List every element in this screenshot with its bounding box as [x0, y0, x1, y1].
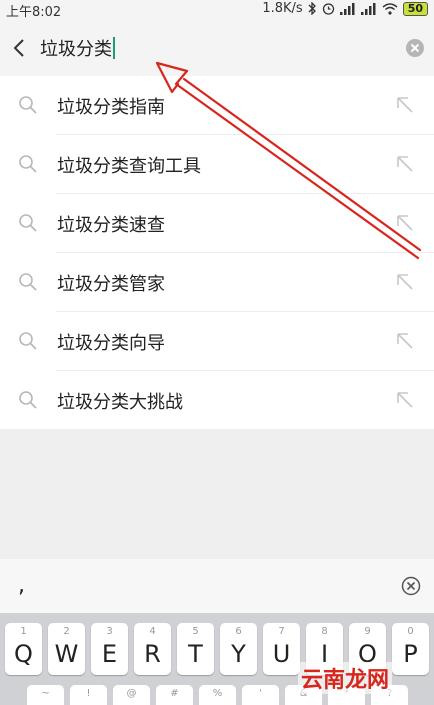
- signal-icon: [339, 2, 356, 15]
- suggestion-item[interactable]: 垃圾分类速查: [0, 194, 434, 253]
- signal-icon: [360, 2, 377, 15]
- key-q[interactable]: 1Q: [5, 623, 42, 675]
- search-icon: [19, 214, 37, 232]
- search-query-text: 垃圾分类: [40, 39, 112, 60]
- search-icon: [19, 96, 37, 114]
- suggestion-label: 垃圾分类指南: [57, 97, 165, 118]
- search-icon: [19, 332, 37, 350]
- status-bar: 上午8:02 1.8K/s 50: [0, 0, 434, 20]
- suggestion-item[interactable]: 垃圾分类向导: [0, 312, 434, 371]
- key-e[interactable]: 3E: [91, 623, 128, 675]
- suggestion-item[interactable]: 垃圾分类管家: [0, 253, 434, 312]
- suggestion-item[interactable]: 垃圾分类指南: [0, 76, 434, 135]
- text-cursor: [113, 37, 115, 59]
- key-a[interactable]: ~: [27, 685, 64, 705]
- network-speed: 1.8K/s: [262, 1, 303, 16]
- suggestion-item[interactable]: 垃圾分类查询工具: [0, 135, 434, 194]
- key-r[interactable]: 4R: [134, 623, 171, 675]
- key-p[interactable]: 0P: [392, 623, 429, 675]
- status-icons: 1.8K/s 50: [262, 1, 428, 16]
- chevron-left-icon: [13, 39, 24, 57]
- watermark: 云南龙网: [298, 662, 393, 694]
- search-icon: [19, 273, 37, 291]
- fill-query-icon[interactable]: [396, 96, 414, 114]
- fill-query-icon[interactable]: [396, 332, 414, 350]
- back-button[interactable]: [8, 34, 30, 62]
- search-input[interactable]: 垃圾分类: [40, 35, 115, 61]
- key-t[interactable]: 5T: [177, 623, 214, 675]
- fill-query-icon[interactable]: [396, 273, 414, 291]
- key-w[interactable]: 2W: [48, 623, 85, 675]
- fill-query-icon[interactable]: [396, 214, 414, 232]
- search-icon: [19, 155, 37, 173]
- search-bar: 垃圾分类: [0, 18, 434, 76]
- candidate-bar: ,: [0, 559, 434, 613]
- suggestion-label: 垃圾分类管家: [57, 274, 165, 295]
- search-icon: [19, 391, 37, 409]
- clear-search-button[interactable]: [405, 38, 425, 58]
- clear-icon: [406, 39, 424, 57]
- battery-indicator: 50: [402, 1, 428, 16]
- suggestion-label: 垃圾分类大挑战: [57, 392, 183, 413]
- fill-query-icon[interactable]: [396, 391, 414, 409]
- suggestion-label: 垃圾分类速查: [57, 215, 165, 236]
- key-u[interactable]: 7U: [263, 623, 300, 675]
- candidate-item[interactable]: ,: [18, 573, 25, 598]
- fill-query-icon[interactable]: [396, 155, 414, 173]
- alarm-icon: [322, 2, 335, 15]
- candidate-close-button[interactable]: [401, 576, 421, 596]
- close-icon: [401, 576, 421, 596]
- suggestion-label: 垃圾分类查询工具: [57, 156, 201, 177]
- empty-area: [0, 429, 434, 559]
- suggestion-list: 垃圾分类指南 垃圾分类查询工具 垃圾分类速查 垃圾分类管家 垃圾分类向导 垃圾分…: [0, 76, 434, 429]
- key-h[interactable]: ': [242, 685, 279, 705]
- wifi-icon: [382, 2, 398, 15]
- bluetooth-icon: [308, 2, 317, 15]
- suggestion-item[interactable]: 垃圾分类大挑战: [0, 371, 434, 430]
- key-d[interactable]: @: [113, 685, 150, 705]
- key-f[interactable]: #: [156, 685, 193, 705]
- key-g[interactable]: %: [199, 685, 236, 705]
- key-s[interactable]: !: [70, 685, 107, 705]
- key-y[interactable]: 6Y: [220, 623, 257, 675]
- suggestion-label: 垃圾分类向导: [57, 333, 165, 354]
